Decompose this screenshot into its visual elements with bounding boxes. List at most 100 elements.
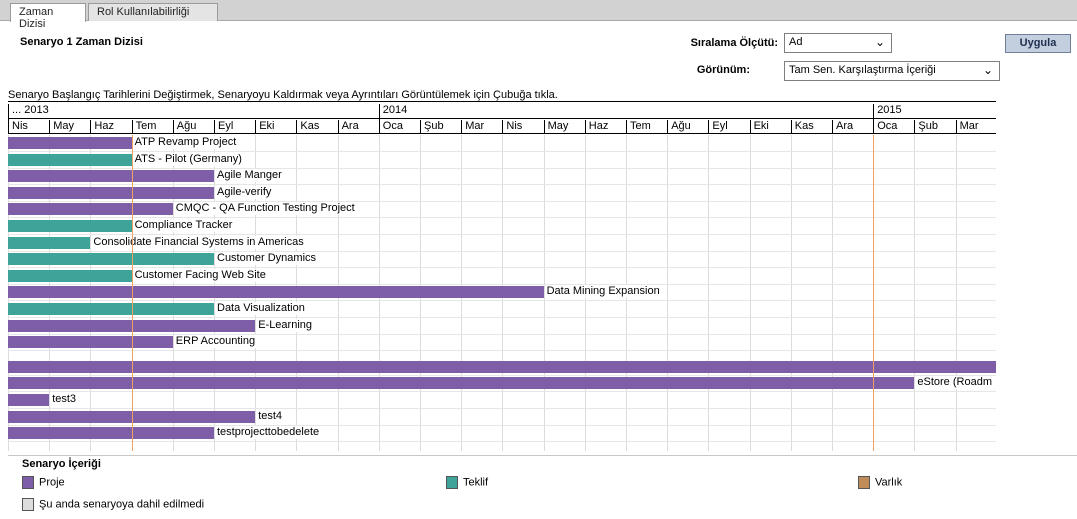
timeline-bar[interactable]	[8, 269, 132, 282]
month-label: Oca	[378, 120, 420, 134]
bar-label[interactable]: Agile-verify	[215, 185, 274, 199]
timeline-bar[interactable]	[8, 186, 214, 199]
row-divider	[8, 167, 996, 169]
bar-label[interactable]: test3	[50, 393, 79, 406]
bar-label[interactable]: Consolidate Financial Systems in America…	[91, 235, 306, 249]
chevron-down-icon: ⌄	[982, 63, 993, 77]
grid-line	[955, 135, 957, 451]
timeline-bar[interactable]	[8, 336, 173, 349]
year-label: 2014	[378, 104, 407, 120]
bar-label[interactable]: ERP Accounting	[173, 335, 258, 349]
apply-button[interactable]: Uygula	[1005, 34, 1071, 53]
legend-label-asset: Varlık	[875, 476, 903, 489]
sort-select-value: Ad	[789, 36, 803, 48]
month-label: Şub	[914, 120, 955, 134]
sort-label: Sıralama Ölçütü:	[690, 37, 778, 49]
row-divider	[8, 408, 996, 409]
bar-label[interactable]: Customer Facing Web Site	[132, 268, 268, 282]
month-label: Mar	[955, 120, 997, 134]
timeline-bar[interactable]	[8, 253, 214, 266]
timeline-bar[interactable]	[8, 303, 214, 315]
month-label: Ağu	[172, 120, 214, 134]
current-date-marker	[131, 135, 133, 451]
timeline-bar[interactable]	[8, 427, 214, 440]
bar-label[interactable]: ATS - Pilot (Germany)	[132, 152, 244, 166]
legend-label-project: Proje	[39, 476, 65, 489]
legend-title: Senaryo İçeriği	[22, 458, 101, 470]
timeline-bar[interactable]	[8, 286, 544, 299]
bar-label[interactable]: Compliance Tracker	[132, 219, 235, 232]
timeline-bar[interactable]	[8, 170, 214, 183]
bar-label[interactable]: Customer Dynamics	[215, 252, 319, 266]
legend-item-project: Proje	[22, 476, 65, 489]
bar-label[interactable]: Data Visualization	[215, 302, 307, 315]
timeline-bar[interactable]	[8, 360, 996, 373]
timeline-bar[interactable]	[8, 220, 132, 232]
year-label: 2015	[873, 104, 902, 120]
grid-line	[749, 135, 751, 451]
row-divider	[8, 374, 996, 376]
page-title: Senaryo 1 Zaman Dizisi	[20, 36, 143, 48]
year-header: ... 2013 2014 2015	[8, 101, 996, 120]
row-divider	[8, 283, 996, 285]
month-label: Tem	[131, 120, 173, 134]
view-select[interactable]: Tam Sen. Karşılaştırma İçeriği ⌄	[784, 61, 1000, 81]
timeline-bar[interactable]	[8, 203, 173, 216]
bar-label[interactable]: Agile Manger	[215, 169, 284, 183]
view-label: Görünüm:	[696, 64, 750, 76]
row-divider	[8, 441, 996, 443]
month-label: Nis	[502, 120, 543, 134]
bar-label[interactable]: E-Learning	[256, 318, 315, 332]
timeline-bar[interactable]	[8, 153, 132, 166]
month-label: Kas	[790, 120, 832, 134]
sort-select[interactable]: Ad ⌄	[784, 33, 892, 53]
bar-label[interactable]: ATP Revamp Project	[132, 136, 239, 149]
chevron-down-icon: ⌄	[874, 35, 885, 49]
month-label: May	[543, 120, 585, 134]
tab-timeline[interactable]: Zaman Dizisi	[10, 3, 86, 30]
legend-swatch-proposal	[446, 476, 458, 489]
row-divider	[8, 424, 996, 426]
row-divider	[8, 250, 996, 252]
timeline-bar[interactable]	[8, 137, 132, 149]
timeline-bar[interactable]	[8, 377, 915, 390]
month-label: Eyl	[708, 120, 749, 134]
instruction-text: Senaryo Başlangıç Tarihlerini Değiştirme…	[8, 89, 558, 101]
grid-line	[914, 135, 916, 451]
row-divider	[8, 391, 996, 393]
legend-item-excluded: Şu anda senaryoya dahil edilmedi	[22, 498, 204, 511]
legend-swatch-asset	[858, 476, 870, 489]
legend: Senaryo İçeriği Proje Teklif Varlık Şu a…	[8, 455, 1077, 514]
row-divider	[8, 350, 996, 352]
legend-swatch-excluded	[22, 498, 34, 511]
bar-label[interactable]: testprojecttobedelete	[215, 426, 322, 440]
bar-label[interactable]: test4	[256, 409, 285, 423]
row-divider	[8, 200, 996, 202]
month-header: Nis May Haz Tem Ağu Eyl Eki Kas Ara Oca Şub Mar Nis M…	[8, 120, 996, 134]
month-label: Eyl	[214, 120, 255, 134]
month-label: Eki	[749, 120, 791, 134]
bar-label[interactable]: CMQC - QA Function Testing Project	[173, 202, 357, 216]
month-label: Ara	[337, 120, 379, 134]
month-label: Tem	[626, 120, 667, 134]
grid-line	[667, 135, 669, 451]
month-label: Oca	[873, 120, 914, 134]
month-label: Şub	[420, 120, 461, 134]
legend-item-asset: Varlık	[858, 476, 902, 489]
grid-line	[708, 135, 710, 451]
year-label: ... 2013	[8, 104, 49, 120]
month-label: Haz	[584, 120, 626, 134]
current-date-marker	[873, 135, 875, 451]
month-label: Nis	[8, 120, 49, 134]
view-select-value: Tam Sen. Karşılaştırma İçeriği	[789, 64, 936, 76]
grid-line	[790, 135, 792, 451]
tab-strip: Zaman Dizisi Rol Kullanılabilirliği	[0, 0, 1077, 30]
bar-label[interactable]: eStore (Roadm	[915, 376, 994, 390]
timeline-bar[interactable]	[8, 394, 50, 406]
month-label: Eki	[255, 120, 296, 134]
row-divider	[8, 333, 996, 335]
timeline-bar[interactable]	[8, 236, 91, 249]
tab-role-availability[interactable]: Rol Kullanılabilirliği	[88, 3, 218, 21]
row-divider	[8, 300, 996, 302]
bar-label[interactable]: Data Mining Expansion	[544, 285, 662, 299]
